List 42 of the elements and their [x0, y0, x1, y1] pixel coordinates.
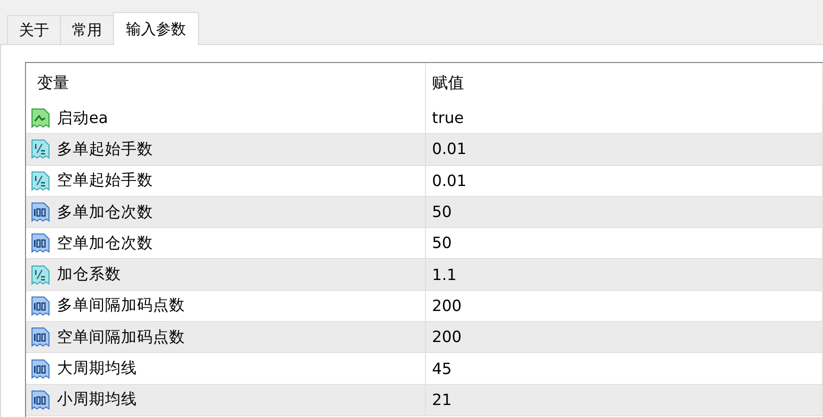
fraction-document-icon	[31, 264, 50, 285]
parameter-name: 多单加仓次数	[57, 202, 153, 223]
table-row[interactable]: 多单起始手数 0.01	[26, 134, 823, 166]
parameter-value: 0.01	[432, 172, 467, 190]
parameter-name: 多单起始手数	[57, 138, 153, 160]
table-row[interactable]: 多单间隔加码点数 200	[26, 290, 823, 322]
parameter-value: 0.01	[432, 140, 467, 158]
parameter-value: 200	[432, 328, 462, 346]
table-row[interactable]: 加仓系数 1.1	[26, 259, 823, 291]
parameter-name: 多单间隔加码点数	[57, 295, 185, 316]
number-document-icon	[31, 327, 50, 348]
table-row[interactable]: 小周期均线 21	[26, 384, 823, 416]
parameter-value: 45	[432, 360, 452, 378]
table-row[interactable]: 空单加仓次数 50	[26, 228, 823, 260]
number-document-icon	[31, 358, 50, 379]
fraction-document-icon	[31, 170, 50, 191]
tab[interactable]: 关于	[7, 15, 61, 45]
number-document-icon	[31, 233, 50, 254]
parameter-value: 50	[432, 234, 452, 252]
parameter-value: 50	[432, 203, 452, 222]
chart-document-icon	[31, 108, 50, 128]
parameter-name: 空单起始手数	[57, 170, 153, 192]
parameter-name: 小周期均线	[57, 389, 137, 410]
number-document-icon	[31, 390, 50, 410]
parameter-value: 200	[432, 296, 462, 315]
parameter-name: 空单间隔加码点数	[57, 326, 185, 348]
table-row[interactable]: 多单加仓次数 50	[26, 196, 823, 228]
tab[interactable]: 输入参数	[113, 12, 199, 45]
parameter-name: 加仓系数	[57, 264, 121, 286]
parameter-value: true	[432, 109, 464, 128]
parameter-name: 大周期均线	[57, 358, 137, 380]
parameter-value: 1.1	[432, 266, 457, 284]
table-row[interactable]: 启动ea true	[26, 103, 823, 134]
fraction-document-icon	[31, 139, 50, 160]
number-document-icon	[31, 202, 50, 222]
table-row[interactable]: 空单间隔加码点数 200	[26, 322, 823, 354]
number-document-icon	[31, 296, 50, 316]
table-row[interactable]: 大周期均线 45	[26, 353, 823, 385]
table-row[interactable]: 空单起始手数 0.01	[26, 166, 823, 197]
parameter-value: 21	[432, 390, 452, 409]
parameter-name: 空单加仓次数	[57, 232, 153, 254]
parameter-name: 启动ea	[57, 108, 108, 129]
